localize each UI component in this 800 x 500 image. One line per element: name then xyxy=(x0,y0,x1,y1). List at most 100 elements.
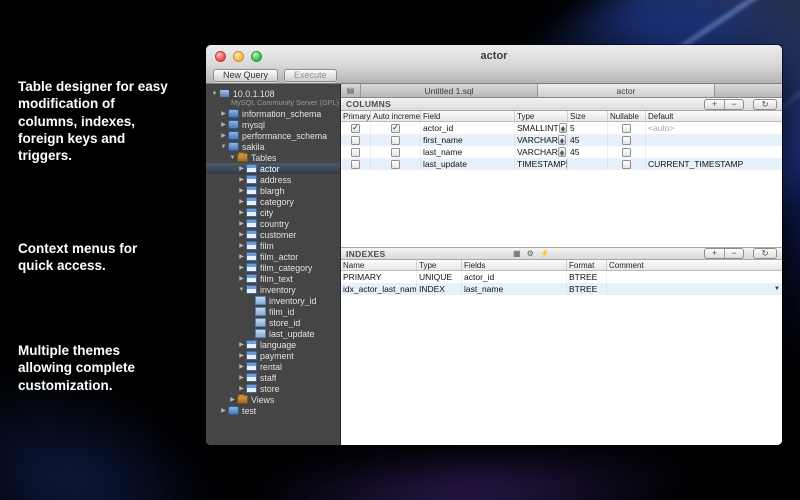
tree-item-10.0.1.108[interactable]: ▼10.0.1.108 xyxy=(206,88,340,99)
disclosure-closed-icon[interactable]: ▶ xyxy=(237,341,246,348)
disclosure-closed-icon[interactable]: ▶ xyxy=(237,176,246,183)
column-header-type[interactable]: Type xyxy=(515,111,568,121)
type-stepper[interactable] xyxy=(558,135,566,145)
disclosure-closed-icon[interactable]: ▶ xyxy=(237,231,246,238)
tree-item-inventory_id[interactable]: inventory_id xyxy=(206,295,340,306)
field-name-cell[interactable]: last_update xyxy=(421,158,515,170)
type-cell[interactable]: VARCHAR xyxy=(515,134,568,146)
tree-item-store[interactable]: ▶store xyxy=(206,383,340,394)
tree-item-performance_schema[interactable]: ▶performance_schema xyxy=(206,130,340,141)
tree-item-last_update[interactable]: last_update xyxy=(206,328,340,339)
index-comment-cell[interactable]: ▼ xyxy=(607,283,782,295)
size-cell[interactable]: 45 xyxy=(568,146,608,158)
type-cell[interactable]: TIMESTAMP xyxy=(515,158,568,170)
dropdown-arrow-icon[interactable]: ▼ xyxy=(774,286,780,292)
tree-item-category[interactable]: ▶category xyxy=(206,196,340,207)
disclosure-closed-icon[interactable]: ▶ xyxy=(237,363,246,370)
index-type-cell[interactable]: UNIQUE xyxy=(417,271,462,283)
tree-item-film_id[interactable]: film_id xyxy=(206,306,340,317)
disclosure-closed-icon[interactable]: ▶ xyxy=(237,264,246,271)
tree-item-customer[interactable]: ▶customer xyxy=(206,229,340,240)
disclosure-closed-icon[interactable]: ▶ xyxy=(237,275,246,282)
index-row-idx_actor_last_name[interactable]: idx_actor_last_nameINDEXlast_nameBTREE▼ xyxy=(341,283,782,295)
tree-item-film_actor[interactable]: ▶film_actor xyxy=(206,251,340,262)
refresh-indexes-button[interactable]: ↻ xyxy=(753,248,777,259)
remove-column-button[interactable]: − xyxy=(724,100,743,109)
tree-item-mysql[interactable]: ▶mysql xyxy=(206,119,340,130)
zoom-window-button[interactable] xyxy=(251,51,262,62)
nullable-checkbox[interactable] xyxy=(622,136,631,145)
close-window-button[interactable] xyxy=(215,51,226,62)
wrench-icon[interactable]: ⚙ xyxy=(527,249,534,258)
nullable-checkbox[interactable] xyxy=(622,148,631,157)
tree-item-film[interactable]: ▶film xyxy=(206,240,340,251)
tree-item-test[interactable]: ▶test xyxy=(206,405,340,416)
tree-item-information_schema[interactable]: ▶information_schema xyxy=(206,108,340,119)
disclosure-closed-icon[interactable]: ▶ xyxy=(237,165,246,172)
field-name-cell[interactable]: last_name xyxy=(421,146,515,158)
column-header-field[interactable]: Field xyxy=(421,111,515,121)
disclosure-closed-icon[interactable]: ▶ xyxy=(237,198,246,205)
default-cell[interactable]: <auto> xyxy=(646,122,782,134)
type-cell[interactable]: VARCHAR xyxy=(515,146,568,158)
tree-item-staff[interactable]: ▶staff xyxy=(206,372,340,383)
tree-item-store_id[interactable]: store_id xyxy=(206,317,340,328)
index-name-cell[interactable]: PRIMARY xyxy=(341,271,417,283)
auto-increment-checkbox[interactable] xyxy=(391,124,400,133)
field-name-cell[interactable]: actor_id xyxy=(421,122,515,134)
add-column-button[interactable]: + xyxy=(705,100,724,109)
disclosure-closed-icon[interactable]: ▶ xyxy=(219,121,228,128)
tree-item-country[interactable]: ▶country xyxy=(206,218,340,229)
tree-item-film_category[interactable]: ▶film_category xyxy=(206,262,340,273)
size-cell[interactable] xyxy=(568,158,608,170)
index-format-cell[interactable]: BTREE xyxy=(567,271,607,283)
tree-item-language[interactable]: ▶language xyxy=(206,339,340,350)
column-row-last_update[interactable]: last_updateTIMESTAMPCURRENT_TIMESTAMP xyxy=(341,158,782,170)
column-header-primary[interactable]: Primary xyxy=(341,111,371,121)
tree-item-actor[interactable]: ▶actor xyxy=(206,163,340,174)
tab-list-button[interactable]: ▤ xyxy=(341,84,361,97)
nullable-checkbox[interactable] xyxy=(622,160,631,169)
index-header-comment[interactable]: Comment xyxy=(607,260,782,270)
index-header-format[interactable]: Format xyxy=(567,260,607,270)
disclosure-closed-icon[interactable]: ▶ xyxy=(219,132,228,139)
index-header-fields[interactable]: Fields xyxy=(462,260,567,270)
type-stepper[interactable] xyxy=(558,147,566,157)
execute-button[interactable]: Execute xyxy=(284,69,337,82)
index-header-name[interactable]: Name xyxy=(341,260,417,270)
new-query-button[interactable]: New Query xyxy=(213,69,278,82)
refresh-columns-button[interactable]: ↻ xyxy=(753,99,777,110)
disclosure-open-icon[interactable]: ▼ xyxy=(228,155,237,161)
lightning-icon[interactable]: ⚡ xyxy=(540,249,550,258)
column-header-nullable[interactable]: Nullable xyxy=(608,111,646,121)
disclosure-closed-icon[interactable]: ▶ xyxy=(237,242,246,249)
disclosure-closed-icon[interactable]: ▶ xyxy=(237,352,246,359)
index-fields-cell[interactable]: last_name xyxy=(462,283,567,295)
default-cell[interactable] xyxy=(646,146,782,158)
index-format-cell[interactable]: BTREE xyxy=(567,283,607,295)
tree-item-film_text[interactable]: ▶film_text xyxy=(206,273,340,284)
auto-increment-checkbox[interactable] xyxy=(391,160,400,169)
disclosure-open-icon[interactable]: ▼ xyxy=(210,91,219,97)
primary-checkbox[interactable] xyxy=(351,124,360,133)
disclosure-closed-icon[interactable]: ▶ xyxy=(237,385,246,392)
primary-checkbox[interactable] xyxy=(351,160,360,169)
type-cell[interactable]: SMALLINT xyxy=(515,122,568,134)
tree-item-Tables[interactable]: ▼Tables xyxy=(206,152,340,163)
tree-item-rental[interactable]: ▶rental xyxy=(206,361,340,372)
tree-item-inventory[interactable]: ▼inventory xyxy=(206,284,340,295)
primary-checkbox[interactable] xyxy=(351,148,360,157)
grid-view-icon[interactable]: ▦ xyxy=(513,249,521,258)
disclosure-closed-icon[interactable]: ▶ xyxy=(237,209,246,216)
column-row-actor_id[interactable]: actor_idSMALLINT5 <auto> xyxy=(341,122,782,134)
primary-checkbox[interactable] xyxy=(351,136,360,145)
size-cell[interactable]: 45 xyxy=(568,134,608,146)
add-index-button[interactable]: + xyxy=(705,249,724,258)
tab-actor[interactable]: actor xyxy=(538,84,715,97)
tree-item-Views[interactable]: ▶Views xyxy=(206,394,340,405)
index-comment-cell[interactable] xyxy=(607,271,782,283)
size-cell[interactable]: 5 xyxy=(568,122,608,134)
type-stepper[interactable] xyxy=(559,123,567,133)
index-fields-cell[interactable]: actor_id xyxy=(462,271,567,283)
field-name-cell[interactable]: first_name xyxy=(421,134,515,146)
